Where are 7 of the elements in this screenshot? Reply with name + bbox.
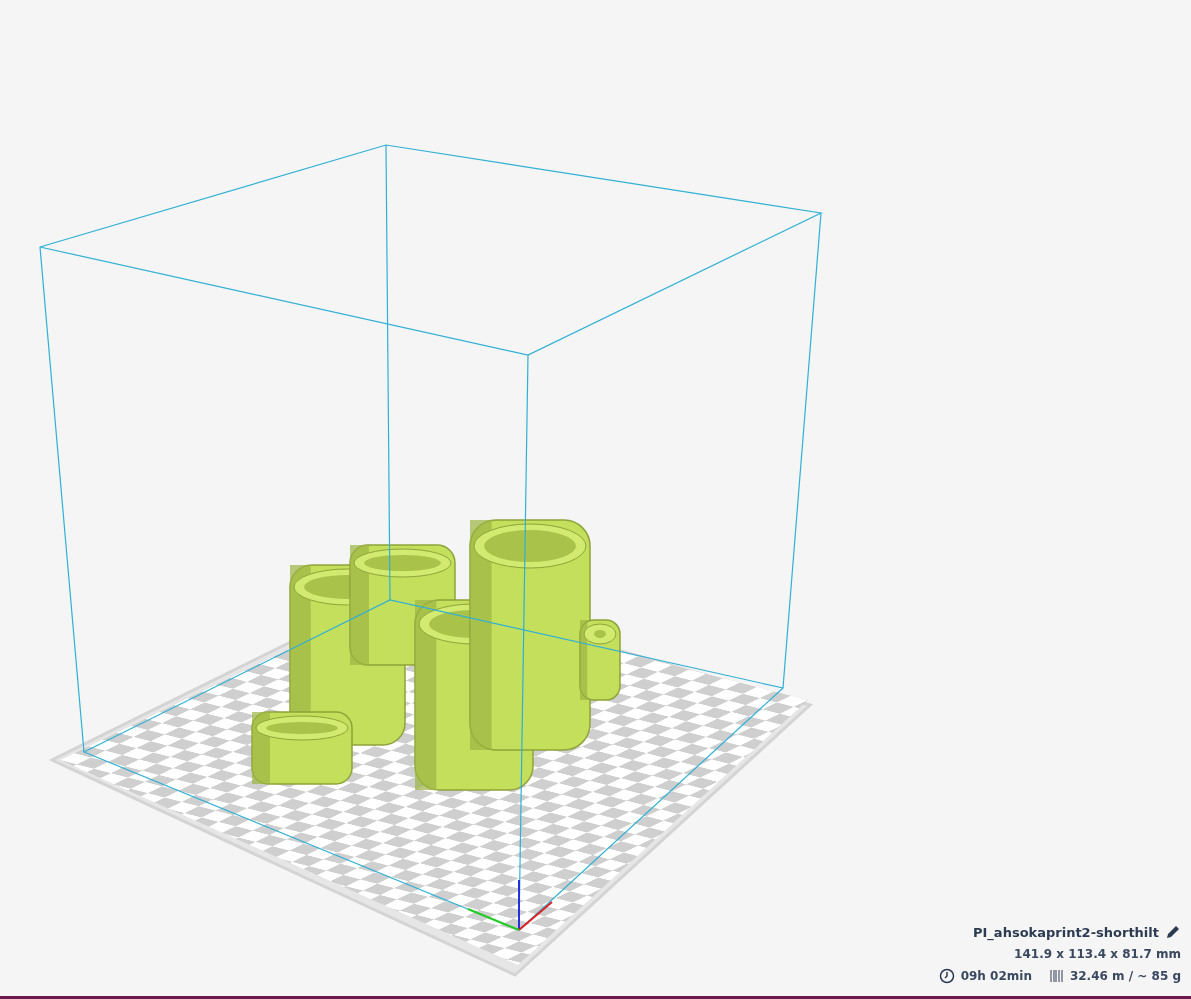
model-dimensions: 141.9 x 113.4 x 81.7 mm (1014, 947, 1181, 961)
filament-icon (1049, 968, 1064, 984)
job-name: PI_ahsokaprint2-shorthilt (973, 924, 1159, 940)
print-time: 09h 02min (960, 969, 1032, 983)
material-usage: 32.46 m / ~ 85 g (1069, 969, 1181, 983)
pencil-icon[interactable] (1165, 924, 1181, 940)
clock-icon (938, 968, 955, 984)
